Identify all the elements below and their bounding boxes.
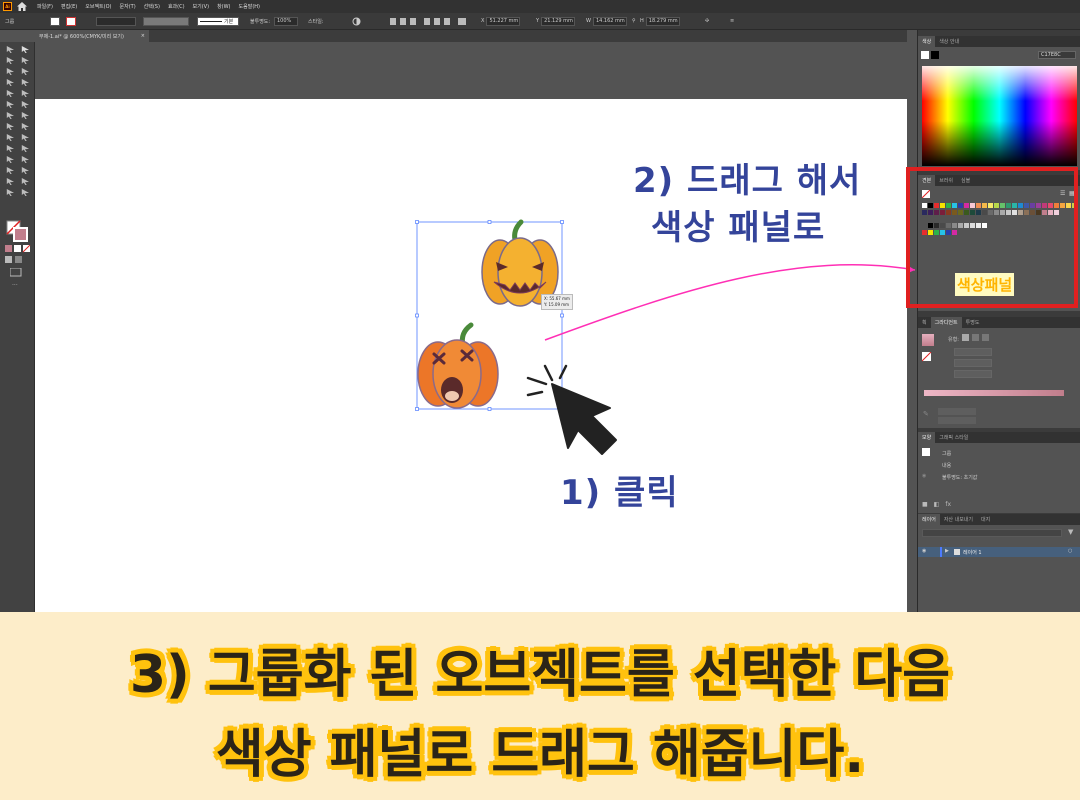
gradient-stroke-icon[interactable] — [922, 352, 932, 362]
filter-icon[interactable]: ▼ — [1068, 528, 1073, 536]
layers-panel: ▼ ◉ ▶ 레이어 1 ○ — [918, 525, 1080, 612]
gradient-panel: 유형: ✎ — [918, 328, 1080, 428]
layer-row[interactable]: ◉ ▶ 레이어 1 ○ — [918, 547, 1080, 557]
gradient-preview[interactable] — [922, 334, 934, 346]
layer-color-bar — [940, 547, 942, 557]
drag-path-arrow — [544, 264, 916, 341]
appearance-footer-icons[interactable]: ■ ◧ fx — [918, 501, 1080, 513]
hex-field[interactable]: C17E8C — [1038, 51, 1076, 59]
expand-arrow-icon[interactable]: ▶ — [945, 548, 949, 554]
visibility-eye-icon[interactable]: ◉ — [922, 473, 926, 479]
caption-line1: 3) 그룹화 된 오브젝트를 선택한 다음 — [129, 645, 951, 705]
eyedropper-icon[interactable]: ✎ — [923, 410, 929, 418]
appearance-row-opacity[interactable]: 불투명도: 초기값 — [942, 474, 977, 481]
tab-appearance[interactable]: 모양 — [918, 432, 936, 443]
tooltip-y: Y: 15.09 mm — [544, 302, 570, 307]
tab-color[interactable]: 색상 — [918, 36, 936, 47]
appearance-panel: 그룹 내용 ◉ 불투명도: 초기값 ■ ◧ fx — [918, 443, 1080, 513]
knocked-out-pumpkin[interactable] — [417, 322, 499, 409]
appearance-thumbnail — [922, 448, 930, 456]
color-spectrum[interactable] — [922, 66, 1077, 166]
layers-search-field[interactable] — [922, 529, 1062, 537]
tab-asset-export[interactable]: 자산 내보내기 — [940, 514, 977, 525]
step2-annotation-line2: 색상 패널로 — [651, 208, 826, 248]
appearance-row-group[interactable]: 그룹 — [942, 450, 951, 457]
layer-name[interactable]: 레이어 1 — [963, 549, 982, 556]
gradient-aspect-field[interactable] — [954, 359, 992, 367]
gradient-location-field[interactable] — [938, 417, 976, 424]
layers-panel-tabs: 레이어 자산 내보내기 대지 — [918, 514, 1080, 525]
step1-annotation: 1) 클릭 — [560, 473, 679, 513]
gradient-type-label: 유형: — [948, 337, 959, 343]
gradient-type-icons[interactable] — [962, 334, 992, 342]
illustrator-window: Ai 파일(F) 편집(E) 오브젝트(O) 문자(T) 선택(S) 효과(C)… — [0, 0, 1080, 612]
gradient-extra-field[interactable] — [954, 370, 992, 378]
gradient-panel-tabs: 획 그라디언트 투명도 — [918, 317, 1080, 328]
color-panel: C17E8C — [918, 47, 1080, 170]
layer-visibility-icon[interactable]: ◉ — [922, 548, 926, 554]
appearance-panel-tabs: 모양 그래픽 스타일 — [918, 432, 1080, 443]
mouse-cursor-icon — [551, 383, 617, 455]
swatch-panel-label: 색상패널 — [955, 273, 1015, 296]
gradient-angle-field[interactable] — [954, 348, 992, 356]
tab-gradient[interactable]: 그라디언트 — [930, 317, 962, 328]
appearance-row-contents[interactable]: 내용 — [942, 462, 951, 469]
tab-graphic-styles[interactable]: 그래픽 스타일 — [935, 432, 972, 443]
color-panel-fill-stroke-icon[interactable] — [921, 51, 941, 61]
right-panel-dock: 색상 색상 안내 C17E8C 견본 브러쉬 심볼 ☰ ▦ 획 그라디언트 투명… — [917, 30, 1080, 612]
color-panel-tabs: 색상 색상 안내 — [918, 36, 1080, 47]
layer-thumbnail — [954, 549, 960, 555]
tab-layers[interactable]: 레이어 — [918, 514, 940, 525]
layer-target-icon[interactable]: ○ — [1068, 548, 1072, 554]
tab-artboards[interactable]: 대지 — [977, 514, 994, 525]
tab-transparency[interactable]: 투명도 — [962, 317, 984, 328]
tab-color-guide[interactable]: 색상 안내 — [935, 36, 963, 47]
caption-line2: 색상 패널로 드래그 해줍니다. — [215, 725, 865, 785]
step2-annotation-line1: 2) 드래그 해서 — [633, 161, 862, 201]
tab-stroke[interactable]: 획 — [918, 317, 931, 328]
gradient-slider[interactable] — [924, 390, 1064, 396]
gradient-opacity-field[interactable] — [938, 408, 976, 415]
position-tooltip: X: 55.67 mm Y: 15.09 mm — [541, 294, 573, 310]
caption-footer: 3) 그룹화 된 오브젝트를 선택한 다음 색상 패널로 드래그 해줍니다. — [0, 612, 1080, 800]
